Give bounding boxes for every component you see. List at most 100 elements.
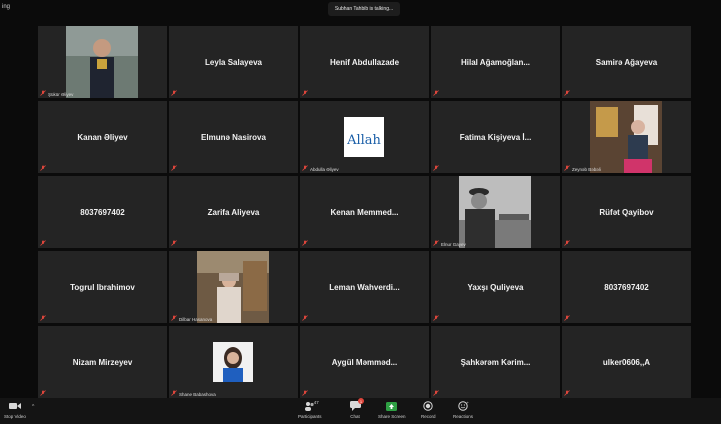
reactions-button[interactable]: + Reactions: [453, 400, 473, 419]
chat-icon: 1: [349, 398, 364, 412]
participant-name: Aygül Məmməd...: [331, 357, 398, 367]
participant-name: Samirə Ağayeva: [595, 57, 658, 67]
svg-text:+: +: [466, 401, 469, 405]
muted-mic-icon: [171, 315, 177, 321]
participant-name: Hilal Ağamoğlan...: [460, 57, 531, 67]
participant-name: 8037697402: [604, 282, 649, 292]
participants-button[interactable]: 47 Participants: [298, 400, 322, 419]
muted-mic-icon: [40, 165, 46, 171]
chat-label: Chat: [350, 414, 360, 419]
muted-mic-icon: [433, 240, 439, 246]
chat-unread-badge: 1: [358, 398, 364, 404]
participant-caption: Şükür Əliyev: [48, 92, 74, 97]
participant-tile[interactable]: ulker0606,,A: [562, 326, 691, 398]
record-button[interactable]: Record: [421, 400, 436, 419]
participant-name: Şahkərəm Kərim...: [460, 357, 531, 367]
participant-tile[interactable]: Rüfət Qayibov: [562, 176, 691, 248]
participant-tile[interactable]: Nizam Mirzeyev: [38, 326, 167, 398]
participant-tile[interactable]: Leyla Salayeva: [169, 26, 298, 98]
participant-tile[interactable]: Aygül Məmməd...: [300, 326, 429, 398]
participant-caption: Dilbar Hasanova: [179, 317, 213, 322]
stop-video-button[interactable]: Stop Video: [4, 400, 26, 419]
participant-name: Kanan Əliyev: [77, 132, 128, 142]
record-label: Record: [421, 414, 436, 419]
participant-tile[interactable]: Kenan Memmed...: [300, 176, 429, 248]
muted-mic-icon: [564, 315, 570, 321]
participants-icon: 47: [304, 400, 319, 412]
participant-tile[interactable]: Samirə Ağayeva: [562, 26, 691, 98]
participant-tile[interactable]: Shane Babashova: [169, 326, 298, 398]
participant-tile[interactable]: 8037697402: [38, 176, 167, 248]
participant-tile[interactable]: Leman Wahverdi...: [300, 251, 429, 323]
participants-count: 47: [313, 400, 319, 405]
participant-name: Fatima Kişiyeva İ...: [459, 132, 532, 142]
muted-mic-icon: [171, 240, 177, 246]
share-screen-button[interactable]: Share Screen: [378, 400, 406, 419]
share-screen-icon: [386, 400, 398, 412]
participant-name: Elmunə Nasirova: [201, 132, 266, 142]
meeting-toolbar: Stop Video ^ 47 Participants 1 Chat Shar…: [0, 398, 721, 424]
muted-mic-icon: [302, 390, 308, 396]
participant-name: Nizam Mirzeyev: [72, 357, 133, 367]
participant-caption: Abdulla Əliyev: [310, 167, 339, 172]
participant-tile[interactable]: Henif Abdullazade: [300, 26, 429, 98]
participant-video: [590, 101, 662, 173]
participant-tile[interactable]: Zeynəb Bəbəli: [562, 101, 691, 173]
muted-mic-icon: [433, 315, 439, 321]
participant-tile[interactable]: Fatima Kişiyeva İ...: [431, 101, 560, 173]
emoji-reaction-icon: +: [457, 400, 469, 412]
window-title-fragment: ing: [2, 4, 11, 10]
share-screen-label: Share Screen: [378, 414, 406, 419]
participant-video: [459, 176, 531, 248]
participant-tile[interactable]: Elnur Gayev: [431, 176, 560, 248]
muted-mic-icon: [171, 90, 177, 96]
participant-tile[interactable]: Hilal Ağamoğlan...: [431, 26, 560, 98]
muted-mic-icon: [302, 165, 308, 171]
participant-video: [213, 342, 253, 382]
muted-mic-icon: [302, 315, 308, 321]
video-options-chevron-icon[interactable]: ^: [32, 404, 34, 410]
participant-video: [197, 251, 269, 323]
participant-name: Leman Wahverdi...: [329, 282, 400, 292]
record-icon: [422, 400, 434, 412]
participant-tile[interactable]: 8037697402: [562, 251, 691, 323]
participant-name: Zarifa Aliyeva: [207, 207, 260, 217]
muted-mic-icon: [40, 90, 46, 96]
muted-mic-icon: [564, 90, 570, 96]
muted-mic-icon: [302, 240, 308, 246]
participant-tile[interactable]: Elmunə Nasirova: [169, 101, 298, 173]
participant-name: ulker0606,,A: [602, 357, 651, 367]
participant-caption: Shane Babashova: [179, 392, 216, 397]
muted-mic-icon: [302, 90, 308, 96]
participant-tile[interactable]: Yaxşı Quliyeva: [431, 251, 560, 323]
participant-tile[interactable]: Şükür Əliyev: [38, 26, 167, 98]
muted-mic-icon: [433, 165, 439, 171]
participant-tile[interactable]: Dilbar Hasanova: [169, 251, 298, 323]
muted-mic-icon: [564, 390, 570, 396]
muted-mic-icon: [40, 390, 46, 396]
participant-tile[interactable]: Zarifa Aliyeva: [169, 176, 298, 248]
muted-mic-icon: [171, 390, 177, 396]
muted-mic-icon: [40, 240, 46, 246]
participant-video: Allah: [344, 117, 384, 157]
participant-name: Togrul Ibrahimov: [70, 282, 135, 292]
muted-mic-icon: [564, 165, 570, 171]
reactions-label: Reactions: [453, 414, 474, 419]
muted-mic-icon: [40, 315, 46, 321]
participant-tile[interactable]: Şahkərəm Kərim...: [431, 326, 560, 398]
stop-video-label: Stop Video: [4, 414, 26, 419]
participant-tile[interactable]: Allah Abdulla Əliyev: [300, 101, 429, 173]
participant-name: Leyla Salayeva: [205, 57, 262, 67]
participant-name: 8037697402: [80, 207, 125, 217]
participant-caption: Elnur Gayev: [441, 242, 466, 247]
muted-mic-icon: [433, 390, 439, 396]
muted-mic-icon: [433, 90, 439, 96]
muted-mic-icon: [171, 165, 177, 171]
participant-caption: Zeynəb Bəbəli: [572, 167, 601, 172]
participant-name: Henif Abdullazade: [329, 57, 400, 67]
logo-text: Allah: [346, 133, 381, 148]
video-camera-icon: [8, 400, 21, 412]
participant-tile[interactable]: Togrul Ibrahimov: [38, 251, 167, 323]
chat-button[interactable]: 1 Chat: [349, 398, 364, 419]
participant-tile[interactable]: Kanan Əliyev: [38, 101, 167, 173]
